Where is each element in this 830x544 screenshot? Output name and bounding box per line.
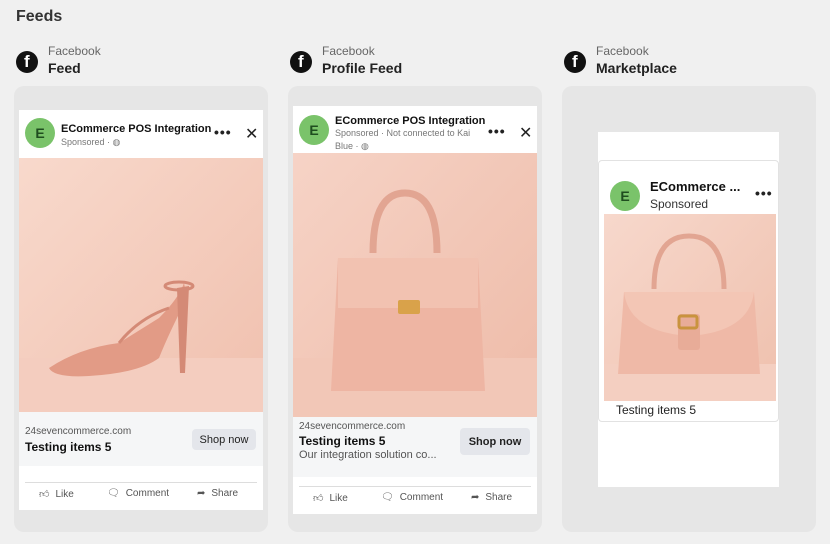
advertiser-name[interactable]: ECommerce ... — [650, 179, 740, 194]
like-button[interactable]: 👍︎ Like — [313, 492, 348, 505]
advertiser-name[interactable]: ECommerce POS Integration — [61, 123, 211, 135]
placement-name: Feed — [48, 60, 81, 76]
marketplace-ad-card[interactable]: E ECommerce ... Sponsored ••• Testing it… — [598, 160, 779, 422]
product-description: Our integration solution co... — [299, 449, 437, 461]
like-button[interactable]: 👍︎ Like — [39, 488, 74, 501]
globe-icon: ◍ — [361, 141, 369, 151]
shop-now-button[interactable]: Shop now — [460, 428, 530, 455]
more-options-icon[interactable]: ••• — [488, 123, 506, 139]
comment-button[interactable]: 🗨︎ Comment — [381, 492, 443, 503]
avatar: E — [25, 118, 55, 148]
like-icon: 👍︎ — [313, 493, 324, 504]
section-title: Feeds — [16, 8, 63, 25]
ad-image[interactable] — [19, 158, 263, 412]
share-icon: ➦ — [471, 492, 480, 503]
placement-header-feed: f Facebook Feed — [16, 44, 101, 78]
advertiser-name[interactable]: ECommerce POS Integration — [335, 115, 485, 127]
sponsored-label: Sponsored · Not connected to Kai Blue · … — [335, 128, 471, 151]
like-icon: 👍︎ — [39, 489, 50, 500]
marketplace-panel: E ECommerce ... Sponsored ••• Testing it… — [598, 132, 779, 487]
facebook-icon: f — [564, 51, 586, 73]
placement-name: Profile Feed — [322, 60, 403, 76]
link-domain: 24sevencommerce.com — [299, 421, 406, 432]
product-title: Testing items 5 — [299, 434, 386, 448]
platform-label: Facebook — [596, 44, 649, 58]
divider — [25, 482, 257, 483]
share-button[interactable]: ➦ Share — [471, 492, 512, 503]
ad-image[interactable] — [604, 214, 776, 401]
sponsored-label: Sponsored · ◍ — [61, 137, 121, 147]
placement-name: Marketplace — [596, 60, 677, 76]
comment-icon: 🗨︎ — [381, 492, 394, 503]
shop-now-button[interactable]: Shop now — [192, 429, 256, 450]
more-options-icon[interactable]: ••• — [755, 185, 773, 201]
ad-card-profile-feed: E ECommerce POS Integration Sponsored · … — [293, 106, 537, 514]
facebook-icon: f — [290, 51, 312, 73]
link-domain: 24sevencommerce.com — [25, 426, 132, 437]
cta-bar[interactable]: 24sevencommerce.com Testing items 5 Shop… — [19, 412, 263, 466]
platform-label: Facebook — [48, 44, 101, 58]
close-icon[interactable]: ✕ — [245, 124, 258, 144]
share-button[interactable]: ➦ Share — [197, 488, 238, 499]
product-title: Testing items 5 — [25, 440, 112, 454]
placement-header-profile-feed: f Facebook Profile Feed — [290, 44, 402, 78]
comment-icon: 🗨︎ — [107, 488, 120, 499]
ad-card-feed: E ECommerce POS Integration Sponsored · … — [19, 110, 263, 510]
avatar: E — [610, 181, 640, 211]
product-title: Testing items 5 — [616, 403, 697, 417]
sponsored-label: Sponsored — [650, 197, 709, 211]
share-icon: ➦ — [197, 488, 206, 499]
more-options-icon[interactable]: ••• — [214, 124, 232, 140]
comment-button[interactable]: 🗨︎ Comment — [107, 488, 169, 499]
facebook-icon: f — [16, 51, 38, 73]
platform-label: Facebook — [322, 44, 375, 58]
close-icon[interactable]: ✕ — [519, 123, 532, 143]
placement-header-marketplace: f Facebook Marketplace — [564, 44, 677, 78]
divider — [299, 486, 531, 487]
ad-image[interactable] — [293, 153, 537, 417]
globe-icon: ◍ — [112, 137, 121, 147]
avatar: E — [299, 115, 329, 145]
cta-bar[interactable]: 24sevencommerce.com Testing items 5 Our … — [293, 417, 537, 477]
